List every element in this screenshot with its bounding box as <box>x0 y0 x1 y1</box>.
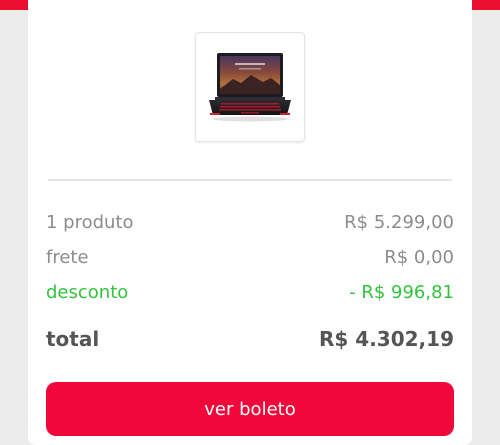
total-price: R$ 4.302,19 <box>319 327 454 351</box>
discount-row: desconto - R$ 996,81 <box>46 282 454 303</box>
laptop-product-image <box>209 53 291 122</box>
total-row: total R$ 4.302,19 <box>46 327 454 351</box>
cut-off-product-title: - - - - - - - - <box>168 0 328 6</box>
product-count-label: 1 produto <box>46 212 134 233</box>
total-label: total <box>46 327 100 351</box>
product-price: R$ 5.299,00 <box>344 212 454 233</box>
product-row: 1 produto R$ 5.299,00 <box>46 212 454 233</box>
view-boleto-button[interactable]: ver boleto <box>46 382 454 436</box>
shipping-row: frete R$ 0,00 <box>46 247 454 268</box>
product-thumbnail[interactable] <box>195 32 305 142</box>
discount-label: desconto <box>46 282 129 303</box>
shipping-label: frete <box>46 247 89 268</box>
shipping-price: R$ 0,00 <box>384 247 454 268</box>
order-summary-card: - - - - - - - - <box>28 0 472 445</box>
discount-amount: - R$ 996,81 <box>349 282 454 303</box>
summary-divider <box>48 179 452 181</box>
